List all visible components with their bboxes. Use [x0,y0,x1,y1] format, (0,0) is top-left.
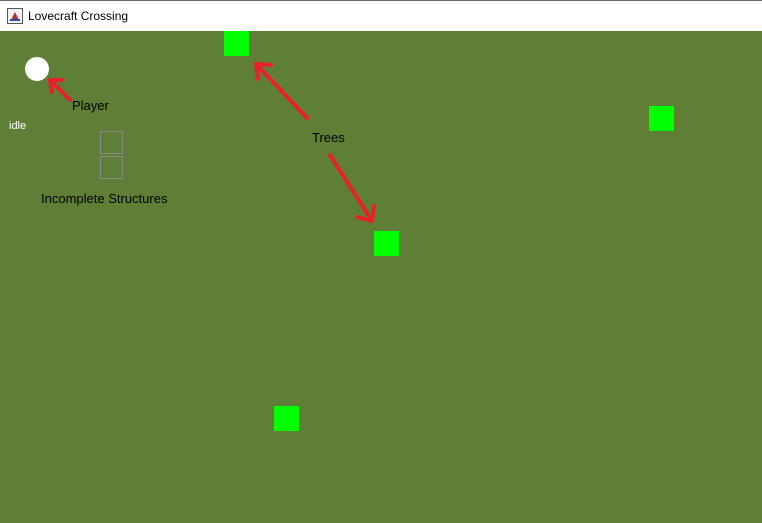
tree [374,231,399,256]
java-app-icon [7,8,23,24]
tree [649,106,674,131]
player-avatar [25,57,49,81]
title-bar[interactable]: Lovecraft Crossing [0,0,762,31]
incomplete-structure [100,156,123,179]
player-annotation-label: Player [72,98,109,113]
structures-annotation-label: Incomplete Structures [41,191,168,206]
game-canvas[interactable] [0,31,762,523]
player-state-text: idle [9,120,27,132]
trees-annotation-label: Trees [312,130,345,145]
tree [224,31,249,56]
tree [274,406,299,431]
incomplete-structure [100,131,123,154]
window-title: Lovecraft Crossing [28,9,129,23]
game-window: Lovecraft Crossing idle Player Trees Inc… [0,0,762,523]
